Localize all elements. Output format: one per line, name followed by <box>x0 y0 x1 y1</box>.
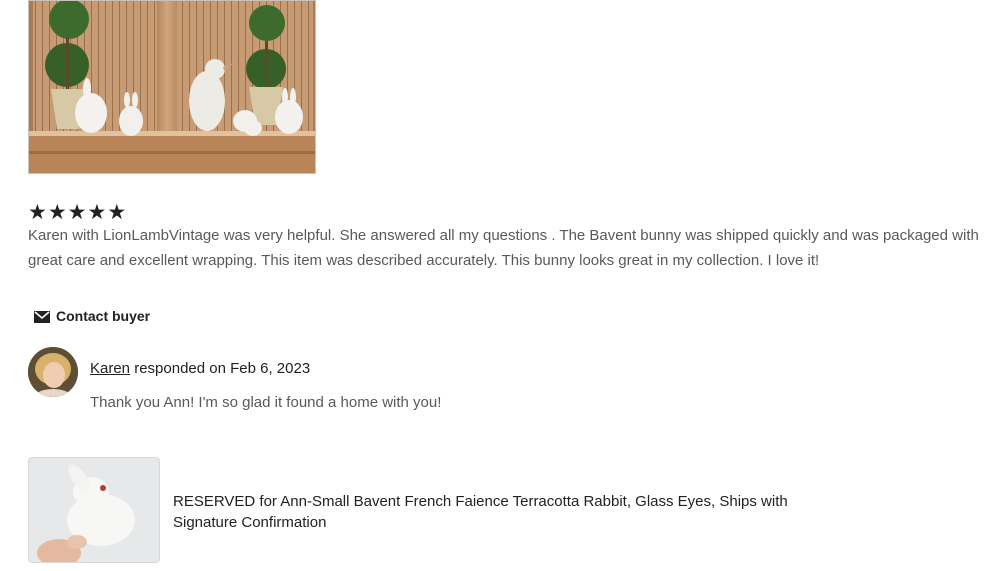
star-icon: ★ <box>28 200 47 224</box>
review-text: Karen with LionLambVintage was very help… <box>28 227 979 269</box>
listing-thumbnail-image <box>29 458 159 562</box>
review-photo-image <box>29 1 315 173</box>
contact-buyer-label: Contact buyer <box>56 308 151 324</box>
listing-card: RESERVED for Ann-Small Bavent French Fai… <box>28 457 828 563</box>
envelope-icon <box>34 311 50 323</box>
listing-thumbnail[interactable] <box>28 457 160 563</box>
listing-title-link[interactable]: RESERVED for Ann-Small Bavent French Fai… <box>173 491 833 533</box>
star-icon: ★ <box>47 200 67 224</box>
review-page: ★ ★ ★ ★ ★ Karen with LionLambVintage was… <box>0 0 1000 571</box>
response-text: Thank you Ann! I'm so glad it found a ho… <box>90 394 442 411</box>
star-icon: ★ <box>67 200 87 224</box>
avatar-image <box>28 347 78 397</box>
responder-line: Karen responded on Feb 6, 2023 <box>90 360 310 377</box>
star-icon: ★ <box>107 200 127 224</box>
contact-buyer-button[interactable]: Contact buyer <box>34 305 150 327</box>
seller-response: Karen responded on Feb 6, 2023 Thank you… <box>28 346 928 416</box>
star-icon: ★ <box>87 200 107 224</box>
avatar[interactable] <box>28 347 78 397</box>
star-rating: ★ ★ ★ ★ ★ <box>28 201 126 223</box>
responder-name-link[interactable]: Karen <box>90 360 130 377</box>
response-date: responded on Feb 6, 2023 <box>130 360 311 377</box>
review-photo[interactable] <box>28 0 316 174</box>
